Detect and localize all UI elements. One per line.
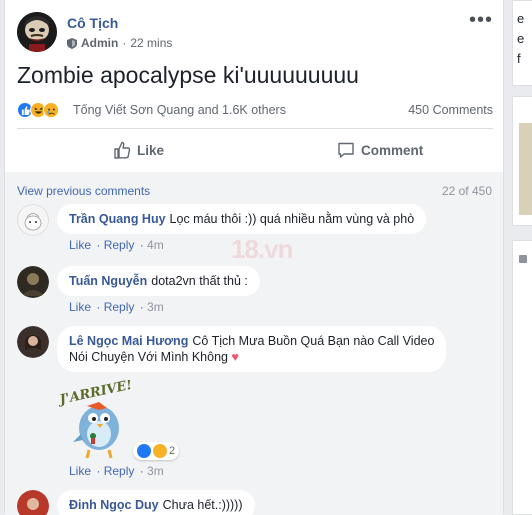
- sad-reaction-icon: [43, 102, 59, 118]
- thumbs-up-icon: [114, 141, 131, 159]
- comment-bubble: Trần Quang Huy Lọc máu thôi :)) quá nhiều…: [57, 204, 427, 234]
- comment-time[interactable]: 3m: [147, 300, 164, 314]
- reactors-text[interactable]: Tống Viết Sơn Quang and 1.6K others: [73, 103, 286, 117]
- right-card: [512, 96, 532, 226]
- comment-actions: Like · Reply · 3m: [69, 464, 164, 478]
- commenter-avatar[interactable]: [17, 490, 49, 515]
- commenter-name[interactable]: Lê Ngọc Mai Hương: [69, 334, 188, 348]
- comment-bubble: Tuấn Nguyễn dota2vn thất thủ :: [57, 266, 260, 296]
- commenter-name[interactable]: Đinh Ngọc Duy: [69, 498, 159, 512]
- comments-count[interactable]: 450 Comments: [408, 103, 493, 117]
- author-name[interactable]: Cô Tịch: [67, 15, 118, 31]
- comment-actions: Like · Reply · 3m: [69, 300, 164, 314]
- right-card: e e f: [512, 0, 532, 86]
- comment-bubble: Lê Ngọc Mai Hương Cô Tịch Mưa Buồn Quá Bạ…: [57, 326, 447, 372]
- commenter-avatar[interactable]: [17, 326, 49, 358]
- heart-icon: ♥: [231, 350, 239, 364]
- more-options-icon[interactable]: •••: [469, 10, 493, 30]
- comment-like-link[interactable]: Like: [69, 464, 91, 478]
- comment-like-link[interactable]: Like: [69, 238, 91, 252]
- like-label: Like: [137, 142, 165, 158]
- haha-reaction-icon: [153, 444, 167, 458]
- menu-icon[interactable]: [519, 255, 527, 263]
- sticker-image[interactable]: J'ARRIVE!: [55, 378, 137, 460]
- comment-text: dota2vn thất thủ :: [151, 274, 248, 288]
- comment-actions: Like · Reply · 4m: [69, 238, 164, 252]
- sticker-reaction-count: 2: [169, 445, 176, 457]
- comment-text-line1: Cô Tịch Mưa Buồn Quá Bạn nào Call Video: [192, 334, 435, 348]
- view-previous-comments-link[interactable]: View previous comments: [17, 184, 150, 198]
- reaction-icons[interactable]: [17, 102, 59, 118]
- post-meta: Admin · 22 mins: [67, 36, 172, 50]
- comment-time[interactable]: 4m: [147, 238, 164, 252]
- admin-label: Admin: [81, 36, 119, 50]
- comment-icon: [338, 142, 354, 158]
- comment-bubble: Đinh Ngọc Duy Chưa hết.:))))): [57, 490, 255, 515]
- commenter-avatar[interactable]: [17, 266, 49, 298]
- like-reaction-icon: [137, 444, 151, 458]
- like-button[interactable]: Like: [113, 132, 164, 168]
- comment-button[interactable]: Comment: [337, 132, 532, 168]
- comment-label: Comment: [361, 142, 424, 158]
- right-card: [512, 240, 532, 515]
- right-column: e e f: [512, 0, 532, 515]
- comment-reply-link[interactable]: Reply: [104, 238, 135, 252]
- author-avatar[interactable]: [17, 12, 57, 52]
- post-card: Cô Tịch Admin · 22 mins ••• Zombie apoca…: [4, 0, 504, 515]
- post-text: Zombie apocalypse ki'uuuuuuuuu: [17, 62, 359, 88]
- comment-text-line2: Nói Chuyện Với Mình Không: [69, 350, 228, 364]
- thumbnail-image[interactable]: [519, 123, 532, 215]
- divider: [17, 128, 493, 129]
- action-bar: Like Comment: [17, 132, 493, 168]
- post-header: Cô Tịch Admin · 22 mins •••: [17, 10, 493, 56]
- commenter-name[interactable]: Trần Quang Huy: [69, 212, 166, 226]
- reactions-bar: Tống Viết Sơn Quang and 1.6K others 450 …: [17, 100, 493, 120]
- sticker-reactions[interactable]: 2: [133, 442, 180, 460]
- comment-reply-link[interactable]: Reply: [104, 300, 135, 314]
- commenter-name[interactable]: Tuấn Nguyễn: [69, 274, 147, 288]
- comment-reply-link[interactable]: Reply: [104, 464, 135, 478]
- shield-icon: [67, 37, 77, 49]
- watermark-logo: 18.vn: [231, 234, 293, 264]
- comment-like-link[interactable]: Like: [69, 300, 91, 314]
- comment-text: Lọc máu thôi :)) quá nhiều nằm vùng và p…: [169, 212, 415, 226]
- post-time[interactable]: 22 mins: [130, 36, 172, 50]
- comment-text: Chưa hết.:))))): [162, 498, 243, 512]
- comments-pagination: 22 of 450: [441, 184, 492, 198]
- commenter-avatar[interactable]: [17, 204, 49, 236]
- comments-section: View previous comments 22 of 450 18.vn T…: [5, 172, 503, 515]
- comment-time[interactable]: 3m: [147, 464, 164, 478]
